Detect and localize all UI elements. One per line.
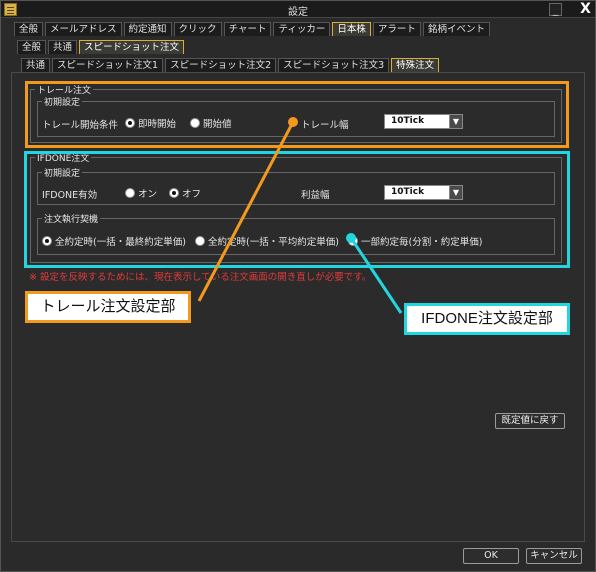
callout-pointer-lines	[197, 117, 403, 314]
ifdone-callout: IFDONE注文設定部	[404, 303, 570, 335]
trail-pointer-dot	[288, 117, 298, 127]
settings-window: 設定 _ X 全般 メールアドレス 約定通知 クリック チャート ティッカー 日…	[0, 0, 596, 572]
ifdone-pointer-dot	[346, 233, 356, 243]
trail-pointer-line	[197, 121, 295, 302]
trail-callout: トレール注文設定部	[25, 291, 191, 323]
ifdone-pointer-line	[349, 237, 403, 314]
